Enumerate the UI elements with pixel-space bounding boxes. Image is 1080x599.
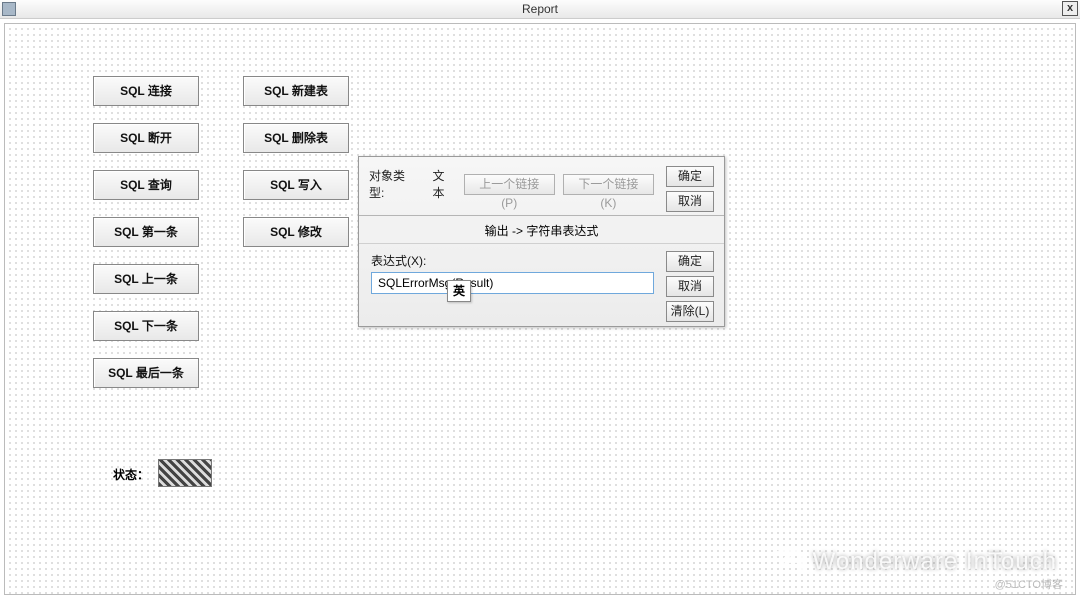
design-canvas[interactable]: SQL 连接 SQL 断开 SQL 查询 SQL 第一条 SQL 上一条 SQL… [4, 23, 1076, 595]
ime-indicator[interactable]: 英 [447, 280, 471, 302]
sql-prev-button[interactable]: SQL 上一条 [93, 264, 199, 294]
sub-watermark: @51CTO博客 [995, 576, 1063, 592]
dialog-clear-button[interactable]: 清除(L) [666, 301, 714, 322]
dialog-ok-button[interactable]: 确定 [666, 251, 714, 272]
expression-dialog: 确定 取消 对象类型: 文本 上一个链接(P) 下一个链接(K) 输出 -> 字… [358, 156, 725, 327]
sql-last-button[interactable]: SQL 最后一条 [93, 358, 199, 388]
sql-query-button[interactable]: SQL 查询 [93, 170, 199, 200]
sql-insert-button[interactable]: SQL 写入 [243, 170, 349, 200]
sql-disconnect-button[interactable]: SQL 断开 [93, 123, 199, 153]
dialog-heading: 输出 -> 字符串表达式 [359, 216, 724, 244]
watermark-text: Wonderware InTouch [813, 548, 1057, 576]
dialog-top-buttons: 确定 取消 [666, 166, 714, 212]
expression-input[interactable] [371, 272, 654, 294]
next-link-button[interactable]: 下一个链接(K) [563, 174, 654, 195]
sql-drop-table-button[interactable]: SQL 删除表 [243, 123, 349, 153]
dialog-body-buttons: 确定 取消 清除(L) [666, 251, 714, 322]
sql-connect-button[interactable]: SQL 连接 [93, 76, 199, 106]
system-icon [2, 2, 16, 16]
expression-label: 表达式(X): [371, 252, 654, 269]
title-bar: Report x [0, 0, 1080, 19]
status-value-placeholder [159, 460, 211, 486]
object-type-value: 文本 [432, 167, 455, 201]
wechat-icon [775, 550, 803, 574]
dialog-top-ok-button[interactable]: 确定 [666, 166, 714, 187]
prev-link-button[interactable]: 上一个链接(P) [464, 174, 555, 195]
dialog-top-cancel-button[interactable]: 取消 [666, 191, 714, 212]
window-title: Report [522, 2, 558, 16]
status-label: 状态： [113, 466, 149, 483]
watermark: Wonderware InTouch [775, 548, 1057, 576]
sql-first-button[interactable]: SQL 第一条 [93, 217, 199, 247]
dialog-cancel-button[interactable]: 取消 [666, 276, 714, 297]
object-type-label: 对象类型: [369, 167, 418, 201]
close-button[interactable]: x [1062, 1, 1078, 16]
sql-update-button[interactable]: SQL 修改 [243, 217, 349, 247]
sql-create-table-button[interactable]: SQL 新建表 [243, 76, 349, 106]
sql-next-button[interactable]: SQL 下一条 [93, 311, 199, 341]
